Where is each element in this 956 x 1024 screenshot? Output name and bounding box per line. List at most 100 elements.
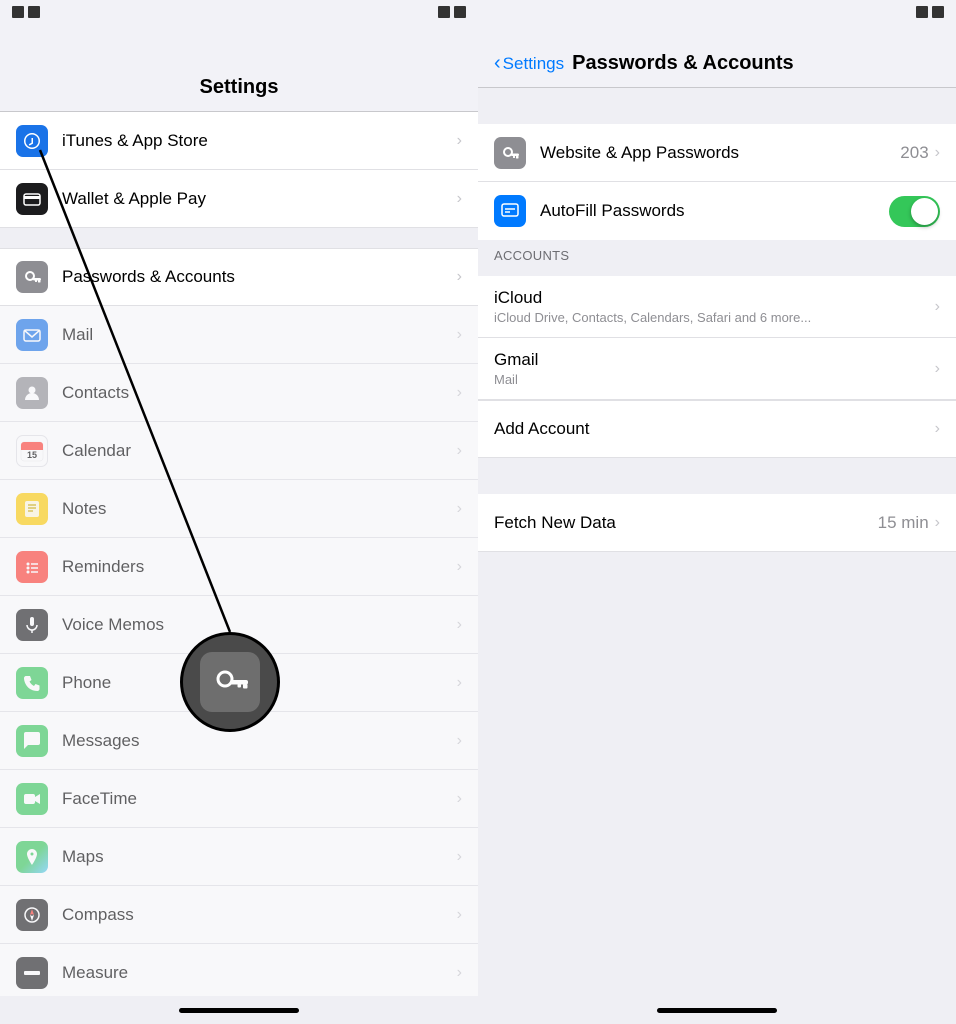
- messages-chevron: ›: [457, 732, 462, 750]
- sidebar-item-compass[interactable]: Compass ›: [0, 886, 478, 944]
- compass-icon: [16, 899, 48, 931]
- back-chevron-icon: ‹: [494, 52, 501, 75]
- maps-chevron: ›: [457, 848, 462, 866]
- back-button-label: Settings: [503, 54, 564, 74]
- notes-chevron: ›: [457, 500, 462, 518]
- fetch-label: Fetch New Data: [494, 513, 878, 533]
- sidebar-item-reminders[interactable]: Reminders ›: [0, 538, 478, 596]
- sidebar-item-facetime[interactable]: FaceTime ›: [0, 770, 478, 828]
- notes-icon: [16, 493, 48, 525]
- right-header: ‹ Settings Passwords & Accounts: [478, 24, 956, 88]
- left-status-bar: [0, 0, 478, 24]
- sidebar-item-notes[interactable]: Notes ›: [0, 480, 478, 538]
- status-dot-3: [438, 6, 450, 18]
- mail-label: Mail: [62, 325, 457, 345]
- gmail-account-title: Gmail: [494, 350, 935, 370]
- right-status-dot-2: [932, 6, 944, 18]
- itunes-chevron: ›: [457, 132, 462, 150]
- voice-memos-label: Voice Memos: [62, 615, 457, 635]
- gap-1: [0, 228, 478, 248]
- sidebar-item-itunes[interactable]: iTunes & App Store ›: [0, 112, 478, 170]
- right-home-indicator: [478, 996, 956, 1024]
- website-passwords-item[interactable]: Website & App Passwords 203 ›: [478, 124, 956, 182]
- facetime-label: FaceTime: [62, 789, 457, 809]
- measure-label: Measure: [62, 963, 457, 983]
- sidebar-item-calendar[interactable]: 15 Calendar ›: [0, 422, 478, 480]
- calendar-icon: 15: [16, 435, 48, 467]
- back-button[interactable]: ‹ Settings: [494, 52, 564, 75]
- itunes-icon: [16, 125, 48, 157]
- passwords-chevron: ›: [457, 268, 462, 286]
- right-panel: ‹ Settings Passwords & Accounts Website …: [478, 0, 956, 1024]
- notes-label: Notes: [62, 499, 457, 519]
- reminders-icon: [16, 551, 48, 583]
- add-account-label: Add Account: [494, 419, 935, 439]
- calendar-label: Calendar: [62, 441, 457, 461]
- contacts-label: Contacts: [62, 383, 457, 403]
- wallet-icon: [16, 183, 48, 215]
- wallet-label: Wallet & Apple Pay: [62, 189, 457, 209]
- contacts-icon: [16, 377, 48, 409]
- status-dot-1: [12, 6, 24, 18]
- circle-key-icon: [200, 652, 260, 712]
- left-home-indicator: [0, 996, 478, 1024]
- status-dot-2: [28, 6, 40, 18]
- left-status-bar-left: [12, 6, 40, 18]
- wallet-chevron: ›: [457, 190, 462, 208]
- messages-label: Messages: [62, 731, 457, 751]
- toggle-knob: [911, 198, 938, 225]
- right-gap-3: [478, 458, 956, 494]
- compass-label: Compass: [62, 905, 457, 925]
- website-passwords-value: 203: [900, 143, 928, 163]
- settings-list: iTunes & App Store › Wallet & Apple Pay …: [0, 112, 478, 996]
- left-panel: Settings iTunes & App Store ›: [0, 0, 478, 1024]
- right-home-bar: [657, 1008, 777, 1013]
- icloud-account-item[interactable]: iCloud iCloud Drive, Contacts, Calendars…: [478, 276, 956, 338]
- compass-chevron: ›: [457, 906, 462, 924]
- reminders-chevron: ›: [457, 558, 462, 576]
- voice-memos-chevron: ›: [457, 616, 462, 634]
- maps-icon: [16, 841, 48, 873]
- right-status-bar: [478, 0, 956, 24]
- measure-icon: [16, 957, 48, 989]
- sidebar-item-passwords[interactable]: Passwords & Accounts ›: [0, 248, 478, 306]
- sidebar-item-measure[interactable]: Measure ›: [0, 944, 478, 996]
- passwords-icon: [16, 261, 48, 293]
- autofill-toggle[interactable]: [889, 196, 940, 227]
- gmail-account-subtitle: Mail: [494, 372, 935, 387]
- left-header: Settings: [0, 24, 478, 112]
- add-account-item[interactable]: Add Account ›: [478, 400, 956, 458]
- annotation-circle: [180, 632, 280, 732]
- status-dot-4: [454, 6, 466, 18]
- add-account-chevron: ›: [935, 420, 940, 438]
- left-home-bar: [179, 1008, 299, 1013]
- sidebar-item-wallet[interactable]: Wallet & Apple Pay ›: [0, 170, 478, 228]
- maps-label: Maps: [62, 847, 457, 867]
- contacts-chevron: ›: [457, 384, 462, 402]
- fetch-new-data-item[interactable]: Fetch New Data 15 min ›: [478, 494, 956, 552]
- sidebar-item-contacts[interactable]: Contacts ›: [0, 364, 478, 422]
- gmail-account-text: Gmail Mail: [494, 350, 935, 387]
- right-status-dot-1: [916, 6, 928, 18]
- passwords-label: Passwords & Accounts: [62, 267, 457, 287]
- left-status-bar-right: [438, 6, 466, 18]
- gmail-account-item[interactable]: Gmail Mail ›: [478, 338, 956, 400]
- icloud-chevron: ›: [935, 298, 940, 316]
- sidebar-item-maps[interactable]: Maps ›: [0, 828, 478, 886]
- messages-icon: [16, 725, 48, 757]
- svg-text:15: 15: [27, 450, 37, 460]
- fetch-value: 15 min: [878, 513, 929, 533]
- phone-chevron: ›: [457, 674, 462, 692]
- fetch-chevron: ›: [935, 514, 940, 532]
- sidebar-item-mail[interactable]: Mail ›: [0, 306, 478, 364]
- mail-chevron: ›: [457, 326, 462, 344]
- autofill-label: AutoFill Passwords: [540, 201, 889, 221]
- icloud-account-title: iCloud: [494, 288, 935, 308]
- icloud-account-subtitle: iCloud Drive, Contacts, Calendars, Safar…: [494, 310, 935, 325]
- website-passwords-label: Website & App Passwords: [540, 143, 900, 163]
- settings-title: Settings: [200, 76, 279, 99]
- icloud-account-text: iCloud iCloud Drive, Contacts, Calendars…: [494, 288, 935, 325]
- website-passwords-chevron: ›: [935, 144, 940, 162]
- voice-memos-icon: [16, 609, 48, 641]
- autofill-item[interactable]: AutoFill Passwords: [478, 182, 956, 240]
